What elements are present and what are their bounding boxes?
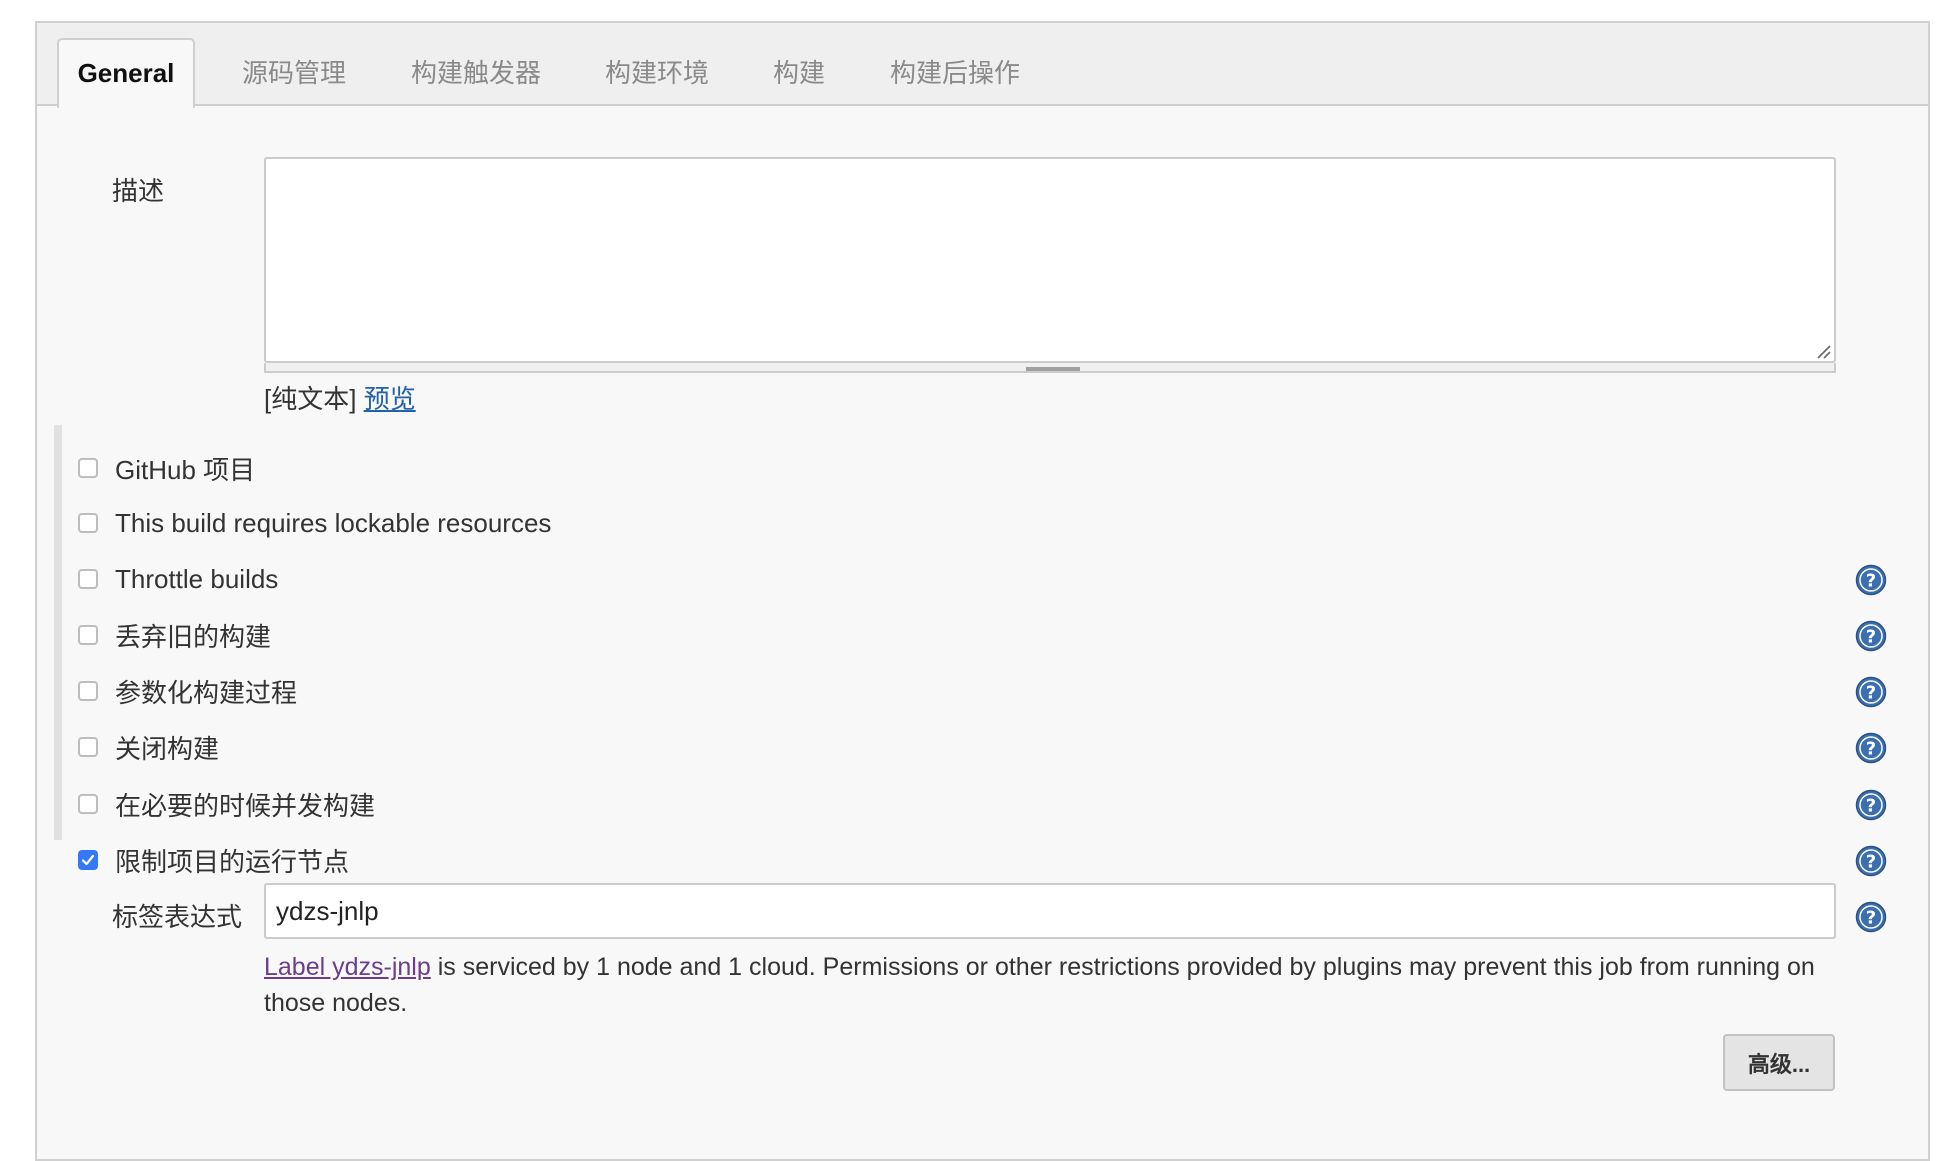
label-expression-label: 标签表达式 (112, 902, 243, 932)
tab-build[interactable]: 构建 (773, 41, 825, 106)
options-section-bar (54, 425, 62, 840)
checkmark-icon (81, 854, 95, 866)
option-restrict-node[interactable]: 限制项目的运行节点 (78, 840, 349, 880)
config-tab-bar: General 源码管理 构建触发器 构建环境 构建 构建后操作 (37, 23, 1928, 108)
advanced-button[interactable]: 高级... (1723, 1034, 1835, 1091)
option-label: 关闭构建 (115, 733, 220, 764)
tab-post-build-actions[interactable]: 构建后操作 (890, 41, 1020, 106)
restrict-node-checkbox[interactable] (78, 850, 98, 870)
label-info-text: is serviced by 1 node and 1 cloud. Permi… (264, 953, 1815, 1017)
job-config-panel: General 源码管理 构建触发器 构建环境 构建 构建后操作 描述 [纯文本… (35, 21, 1930, 1161)
throttle-builds-checkbox[interactable] (78, 569, 98, 589)
tab-general[interactable]: General (57, 38, 195, 108)
label-link[interactable]: Label ydzs-jnlp (264, 953, 431, 981)
label-expression-info: Label ydzs-jnlp is serviced by 1 node an… (264, 949, 1844, 1021)
option-github-project[interactable]: GitHub 项目 (78, 448, 255, 488)
option-discard-old-builds[interactable]: 丢弃旧的构建 (78, 615, 271, 655)
concurrent-builds-checkbox[interactable] (78, 794, 98, 814)
disable-build-help-icon[interactable]: ? (1855, 732, 1887, 764)
label-expression-input[interactable] (264, 883, 1836, 939)
option-label: GitHub 项目 (115, 454, 256, 485)
discard-old-builds-checkbox[interactable] (78, 625, 98, 645)
svg-text:?: ? (1866, 739, 1876, 760)
github-project-checkbox[interactable] (78, 458, 98, 478)
option-concurrent-builds[interactable]: 在必要的时候并发构建 (78, 784, 375, 824)
option-label: 限制项目的运行节点 (115, 846, 350, 877)
label-expression-help-icon[interactable]: ? (1855, 901, 1887, 933)
option-label: 参数化构建过程 (115, 677, 298, 708)
parameterized-build-checkbox[interactable] (78, 681, 98, 701)
description-format-line: [纯文本] 预览 (264, 379, 416, 416)
throttle-builds-help-icon[interactable]: ? (1855, 564, 1887, 596)
option-label: This build requires lockable resources (115, 507, 552, 538)
tab-build-environment[interactable]: 构建环境 (605, 41, 709, 106)
option-disable-build[interactable]: 关闭构建 (78, 727, 219, 767)
discard-old-builds-help-icon[interactable]: ? (1855, 620, 1887, 652)
svg-text:?: ? (1866, 571, 1876, 592)
option-label: Throttle builds (115, 563, 279, 594)
option-label: 丢弃旧的构建 (115, 621, 272, 652)
option-label: 在必要的时候并发构建 (115, 790, 376, 821)
svg-text:?: ? (1866, 796, 1876, 817)
disable-build-checkbox[interactable] (78, 737, 98, 757)
concurrent-builds-help-icon[interactable]: ? (1855, 789, 1887, 821)
svg-text:?: ? (1866, 683, 1876, 704)
parameterized-build-help-icon[interactable]: ? (1855, 676, 1887, 708)
option-throttle-builds[interactable]: Throttle builds (78, 559, 278, 599)
description-label: 描述 (112, 176, 165, 206)
option-lockable-resources[interactable]: This build requires lockable resources (78, 503, 551, 543)
grip-lines-icon (1026, 367, 1080, 371)
restrict-node-help-icon[interactable]: ? (1855, 845, 1887, 877)
svg-text:?: ? (1866, 627, 1876, 648)
option-parameterized-build[interactable]: 参数化构建过程 (78, 671, 297, 711)
preview-link[interactable]: 预览 (364, 384, 416, 414)
tab-build-triggers[interactable]: 构建触发器 (411, 41, 541, 106)
description-textarea[interactable] (264, 157, 1836, 363)
plain-text-label: [纯文本] (264, 384, 357, 414)
svg-text:?: ? (1866, 908, 1876, 929)
tab-source-code-management[interactable]: 源码管理 (242, 41, 346, 106)
resize-handle-icon[interactable] (1815, 343, 1831, 359)
lockable-resources-checkbox[interactable] (78, 513, 98, 533)
svg-text:?: ? (1866, 852, 1876, 873)
